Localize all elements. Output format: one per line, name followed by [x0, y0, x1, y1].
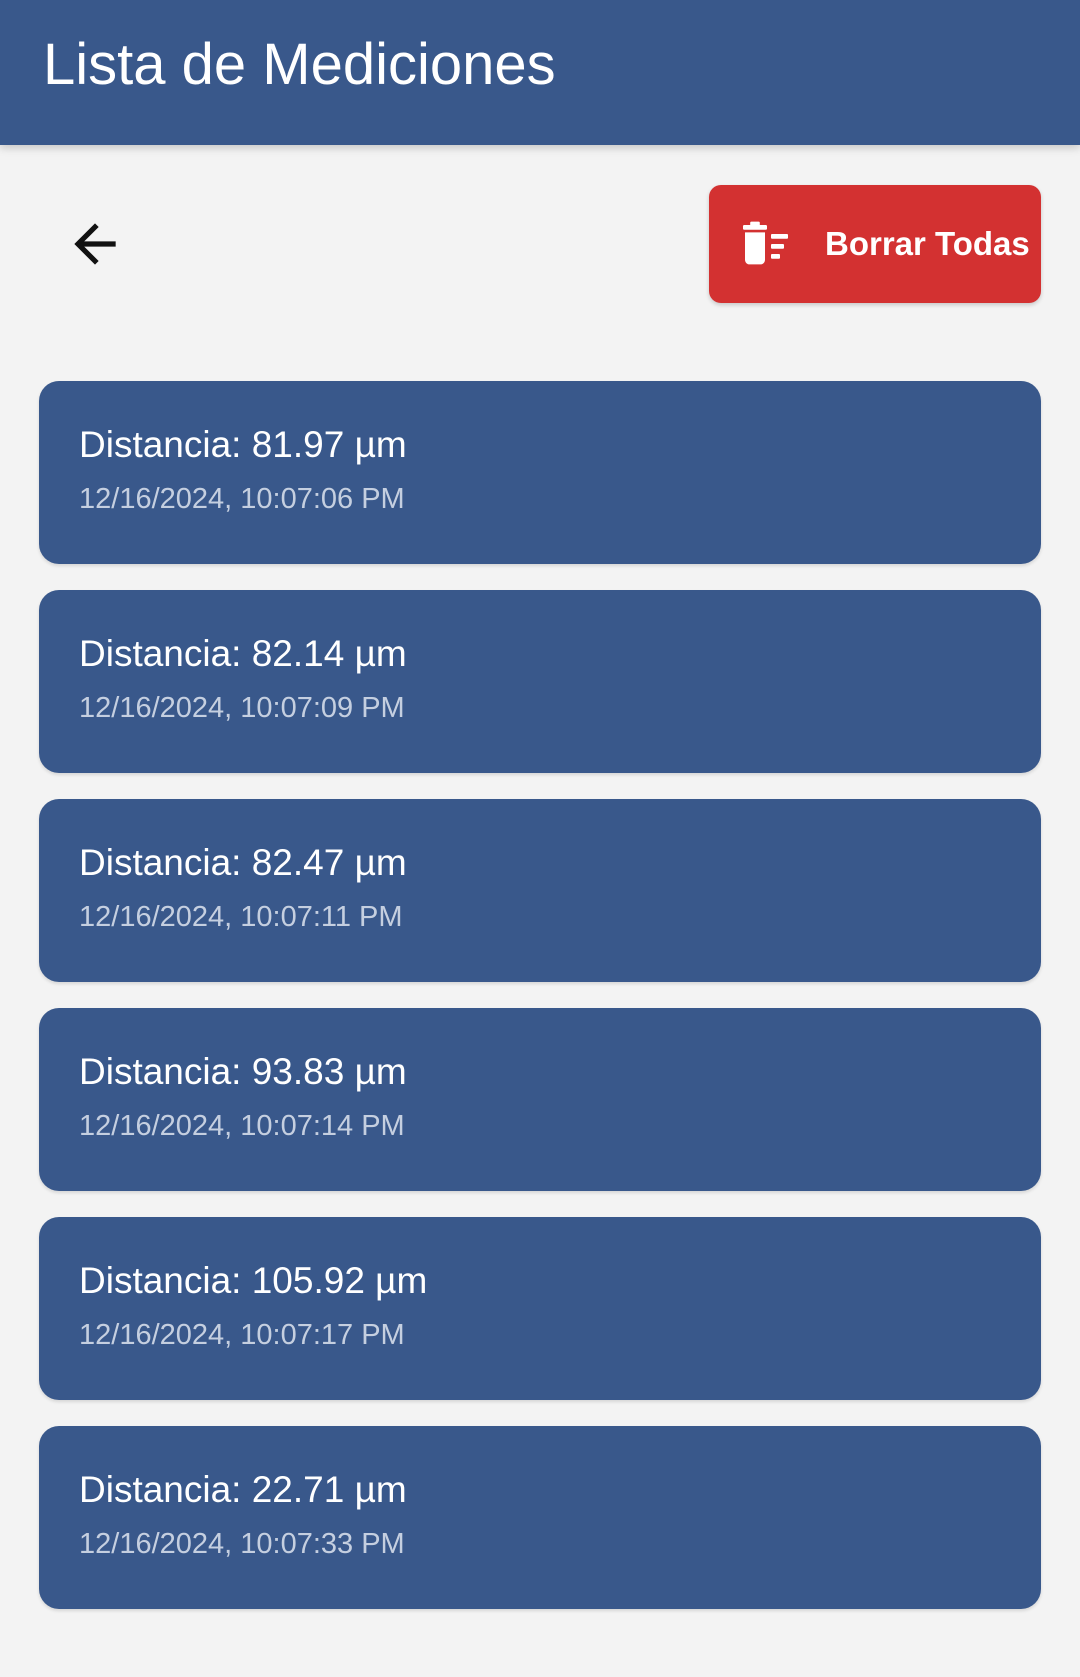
delete-all-label: Borrar Todas [825, 225, 1030, 262]
measurement-distance: Distancia: 105.92 µm [79, 1260, 428, 1301]
measurement-item[interactable]: Distancia: 82.47 µm 12/16/2024, 10:07:11… [39, 799, 1041, 982]
measurement-timestamp: 12/16/2024, 10:07:33 PM [79, 1528, 405, 1560]
measurement-timestamp: 12/16/2024, 10:07:11 PM [79, 901, 403, 933]
measurement-distance: Distancia: 82.14 µm [79, 633, 407, 674]
measurement-distance: Distancia: 82.47 µm [79, 842, 407, 883]
app-bar: Lista de Mediciones [0, 0, 1080, 145]
measurement-timestamp: 12/16/2024, 10:07:17 PM [79, 1319, 405, 1351]
measurement-item[interactable]: Distancia: 81.97 µm 12/16/2024, 10:07:06… [39, 381, 1041, 564]
measurement-item[interactable]: Distancia: 82.14 µm 12/16/2024, 10:07:09… [39, 590, 1041, 773]
delete-sweep-icon [739, 220, 795, 268]
measurement-timestamp: 12/16/2024, 10:07:14 PM [79, 1110, 405, 1142]
measurement-item[interactable]: Distancia: 22.71 µm 12/16/2024, 10:07:33… [39, 1426, 1041, 1609]
arrow-left-icon [74, 223, 116, 265]
measurement-timestamp: 12/16/2024, 10:07:06 PM [79, 483, 405, 515]
measurement-timestamp: 12/16/2024, 10:07:09 PM [79, 692, 405, 724]
delete-all-button[interactable]: Borrar Todas [709, 185, 1041, 303]
page-title: Lista de Mediciones [43, 32, 556, 97]
measurement-distance: Distancia: 81.97 µm [79, 424, 407, 465]
measurement-item[interactable]: Distancia: 93.83 µm 12/16/2024, 10:07:14… [39, 1008, 1041, 1191]
measurement-distance: Distancia: 22.71 µm [79, 1469, 407, 1510]
back-button[interactable] [55, 200, 135, 288]
measurement-list: Distancia: 81.97 µm 12/16/2024, 10:07:06… [39, 381, 1041, 1635]
measurement-item[interactable]: Distancia: 105.92 µm 12/16/2024, 10:07:1… [39, 1217, 1041, 1400]
measurement-distance: Distancia: 93.83 µm [79, 1051, 407, 1092]
